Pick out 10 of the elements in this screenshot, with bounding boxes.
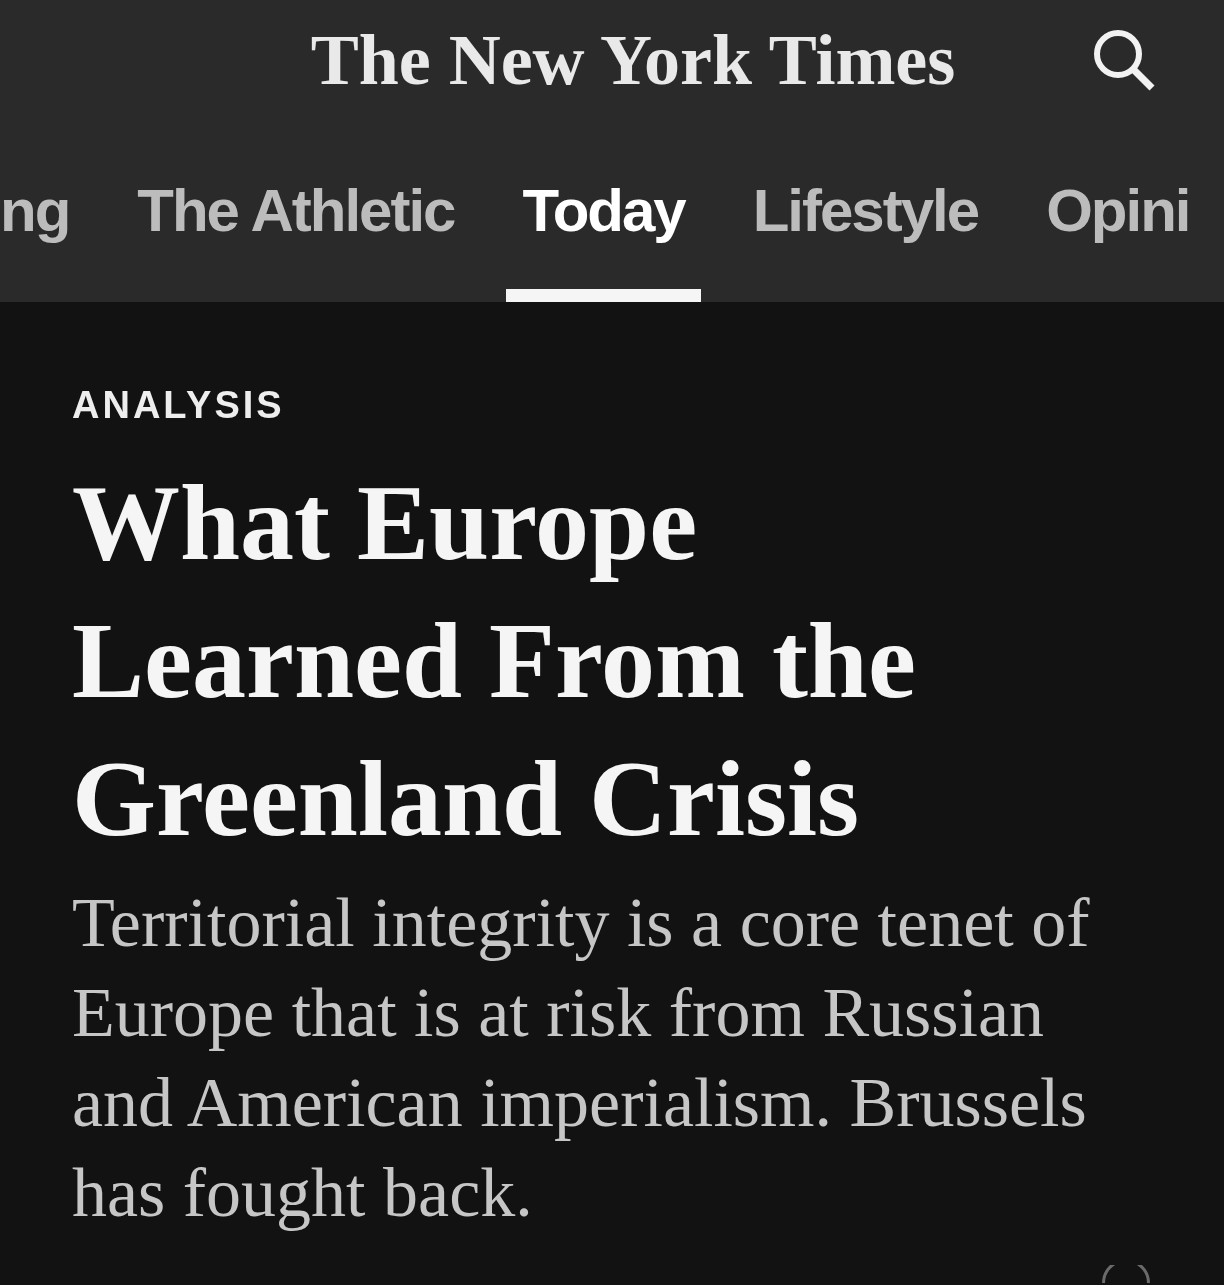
nav-tab[interactable]: Opini	[1030, 120, 1206, 302]
search-icon[interactable]	[1092, 28, 1156, 92]
nav-tab[interactable]: The Athletic	[121, 120, 471, 302]
nav-tab[interactable]: ng	[0, 120, 86, 302]
ring-icon[interactable]	[1100, 1265, 1152, 1283]
nav-tab[interactable]: Lifestyle	[736, 120, 995, 302]
headline[interactable]: What Europe Learned From the Greenland Crisis	[72, 454, 1032, 868]
summary-text: Territorial integrity is a core tenet of Europe that is at risk from Russian and American imperialism. Brussels has fought back.	[72, 883, 1091, 1233]
section-label: ANALYSIS	[72, 383, 286, 428]
newspaper-logo[interactable]: The New York Times	[310, 24, 956, 96]
